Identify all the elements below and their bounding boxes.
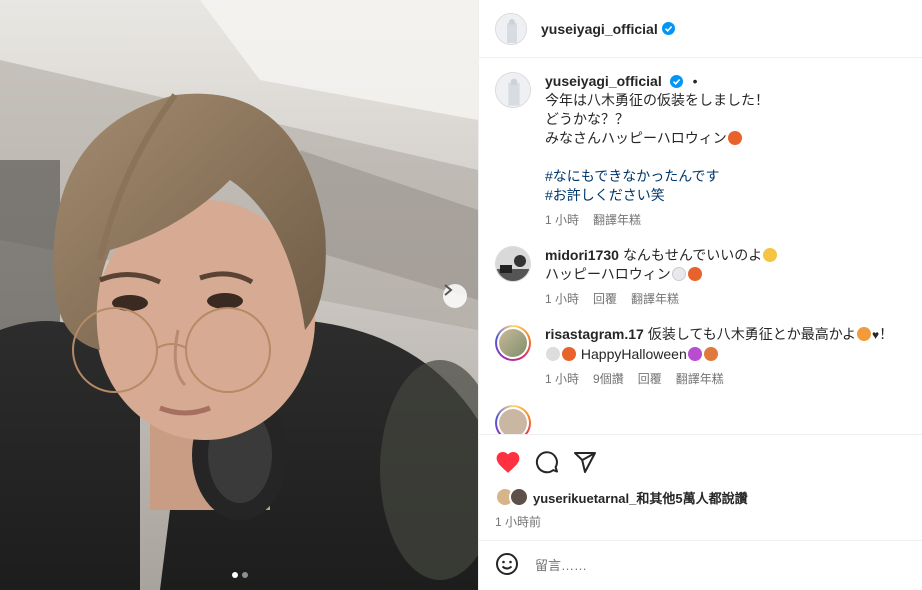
author-avatar[interactable] [495, 72, 531, 108]
translate-button[interactable]: 翻譯年糕 [593, 211, 641, 230]
comment-meta: 1 小時 9個讚 回覆 翻譯年糕 [545, 370, 906, 389]
avatar-inner [497, 327, 529, 359]
chevron-right-icon [444, 284, 453, 296]
heart-filled-icon [496, 452, 520, 473]
caption-body: yuseiyagi_official • 今年は八木勇征の仮装をしました！ どう… [545, 72, 906, 230]
comment-time: 1 小時 [545, 372, 580, 386]
caption-line-1: 今年は八木勇征の仮装をしました！ [545, 92, 769, 108]
comment-button[interactable] [535, 450, 559, 474]
post-actions: yuserikuetarnal_和其他5萬人都說讚 1 小時前 [479, 434, 922, 530]
caption: yuseiyagi_official • 今年は八木勇征の仮装をしました！ どう… [495, 72, 906, 230]
avatar-image [496, 73, 530, 107]
author-avatar[interactable] [495, 12, 527, 45]
commenter-username[interactable]: risastagram.17 [545, 326, 644, 342]
comment-item [495, 405, 906, 434]
verified-icon [661, 22, 675, 35]
carousel-dot [242, 572, 248, 578]
caption-username[interactable]: yuseiyagi_official [545, 73, 662, 89]
comment-text-line2: HappyHalloween [580, 346, 687, 362]
sparkles-emoji-icon [763, 248, 778, 262]
post-modal: yuseiyagi_official yuseiyagi_official • … [0, 0, 922, 590]
post-photo[interactable] [0, 0, 478, 590]
commenter-avatar[interactable] [495, 246, 531, 282]
emoji-icon [496, 553, 518, 575]
avatar-image [496, 247, 530, 281]
liker-avatar [509, 487, 529, 507]
reply-button[interactable]: 回覆 [638, 370, 662, 389]
comment-text-line1: 仮装しても八木勇征とか最高かよ [647, 326, 857, 342]
commenter-avatar[interactable] [495, 325, 531, 361]
comment-meta: 1 小時 回覆 翻譯年糕 [545, 290, 906, 309]
avatar-image [496, 13, 526, 44]
likes-summary[interactable]: yuserikuetarnal_和其他5萬人都說讚 [495, 487, 906, 507]
selfie-image [0, 0, 478, 590]
comment-body: midori1730 なんもせんでいいのよ ハッピーハロウィン 1 小時 回覆 翻… [545, 246, 906, 309]
heart-eyes-emoji-icon [857, 327, 872, 341]
ghost-emoji-icon [671, 267, 686, 281]
comment-text-line2: ハッピーハロウィン [545, 266, 671, 282]
comment-item: midori1730 なんもせんでいいのよ ハッピーハロウィン 1 小時 回覆 翻… [495, 246, 906, 309]
posted-time: 1 小時前 [495, 515, 542, 529]
avatar-inner [497, 407, 529, 434]
emoji-picker-button[interactable] [495, 552, 519, 579]
comment-icon [535, 451, 558, 474]
comment-likes-button[interactable]: 9個讚 [593, 370, 624, 389]
share-icon [574, 452, 596, 473]
lollipop-emoji-icon [687, 347, 702, 361]
translate-button[interactable]: 翻譯年糕 [631, 290, 679, 309]
share-button[interactable] [573, 450, 597, 474]
comment-body: risastagram.17 仮装しても八木勇征とか最高かよ ♥！ HappyHal… [545, 325, 906, 389]
post-details-panel: yuseiyagi_official yuseiyagi_official • … [478, 0, 922, 590]
pumpkin-emoji-icon [687, 267, 702, 281]
caption-line-2: どうかな？？ [545, 111, 629, 127]
hashtag-link[interactable]: #お許しください笑 [545, 186, 906, 205]
comment-item: risastagram.17 仮装しても八木勇征とか最高かよ ♥！ HappyHal… [495, 325, 906, 389]
post-header: yuseiyagi_official [479, 0, 922, 58]
author-username[interactable]: yuseiyagi_official [541, 21, 658, 37]
reply-button[interactable]: 回覆 [593, 290, 617, 309]
commenter-username[interactable]: midori1730 [545, 247, 619, 263]
caption-line-3: みなさんハッピーハロウィン [545, 130, 727, 146]
candy-emoji-icon [703, 347, 718, 361]
caption-time: 1 小時 [545, 213, 580, 227]
like-button[interactable] [495, 450, 521, 474]
avatar-image [499, 329, 527, 357]
verified-icon [669, 75, 683, 88]
pumpkin-emoji-icon [727, 131, 742, 145]
separator-dot: • [692, 73, 698, 89]
comment-text-line1-end: ！ [879, 326, 894, 342]
translate-button[interactable]: 翻譯年糕 [676, 370, 724, 389]
comment-time: 1 小時 [545, 292, 580, 306]
carousel-indicator [232, 572, 248, 578]
carousel-next-button[interactable] [443, 284, 467, 308]
add-comment-bar [479, 540, 922, 590]
likes-text[interactable]: yuserikuetarnal_和其他5萬人都說讚 [533, 488, 748, 507]
carousel-dot-active [232, 572, 238, 578]
caption-meta: 1 小時 翻譯年糕 [545, 211, 906, 230]
pumpkin-emoji-icon [562, 347, 576, 361]
skull-emoji-icon [546, 347, 560, 361]
hashtag-link[interactable]: #なにもできなかったんです [545, 167, 906, 186]
action-icons [495, 447, 906, 477]
commenter-avatar[interactable] [495, 405, 531, 434]
comment-input[interactable] [535, 558, 895, 573]
avatar-image [499, 409, 527, 434]
comment-text-line1: なんもせんでいいのよ [622, 247, 763, 263]
comments-list[interactable]: yuseiyagi_official • 今年は八木勇征の仮装をしました！ どう… [479, 58, 922, 434]
